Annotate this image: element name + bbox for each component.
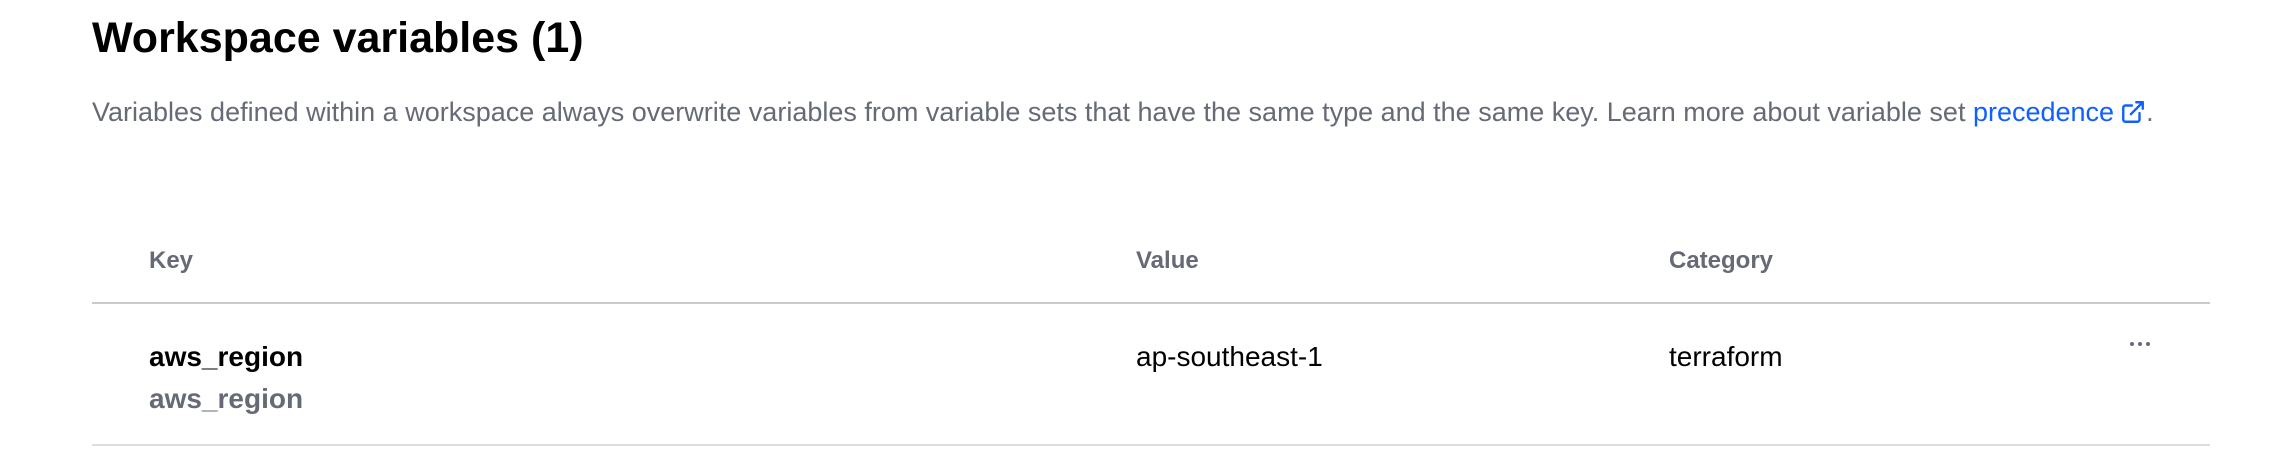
variable-key-secondary: aws_region — [149, 383, 304, 414]
section-description: Variables defined within a workspace alw… — [92, 91, 2210, 133]
column-header-key: Key — [149, 247, 194, 274]
variables-table: Key Value Category aws_region aws_region… — [92, 230, 2210, 446]
row-actions-button[interactable] — [2118, 326, 2162, 362]
variable-value: ap-southeast-1 — [1136, 341, 1323, 372]
section-title: Workspace variables (1) — [92, 14, 584, 62]
table-row: aws_region aws_region ap-southeast-1 ter… — [92, 304, 2210, 446]
precedence-link-label: precedence — [1972, 97, 2115, 127]
precedence-link[interactable]: precedence — [1973, 97, 2146, 127]
external-link-icon — [2122, 101, 2145, 123]
column-header-value: Value — [1136, 247, 1199, 274]
description-text: Variables defined within a workspace alw… — [92, 97, 1973, 127]
column-header-category: Category — [1669, 247, 1774, 274]
more-horizontal-icon — [2130, 342, 2150, 346]
description-suffix: . — [2146, 97, 2154, 127]
variable-key: aws_region — [149, 341, 304, 372]
variable-category: terraform — [1669, 341, 1783, 372]
table-header: Key Value Category — [92, 230, 2210, 304]
